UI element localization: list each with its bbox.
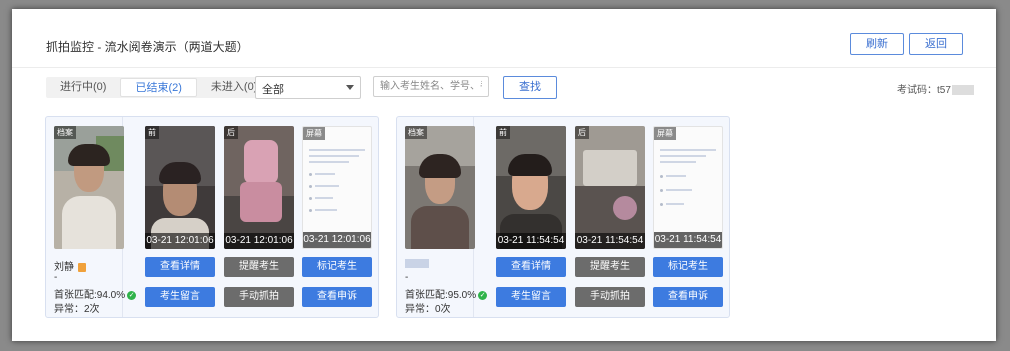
student-message-button[interactable]: 考生留言 — [145, 287, 215, 307]
front-photo[interactable]: 前 03-21 11:54:54 — [496, 126, 566, 249]
edit-icon[interactable] — [78, 262, 86, 272]
photo-time: 03-21 12:01:06 — [224, 233, 294, 249]
photo-time: 03-21 11:54:54 — [654, 232, 722, 248]
view-appeal-button[interactable]: 查看申诉 — [653, 287, 723, 307]
check-icon: ✓ — [127, 290, 137, 300]
back-photo[interactable]: 后 03-21 12:01:06 — [224, 126, 294, 249]
student-id: - — [54, 272, 58, 283]
photo-tag-screen: 屏幕 — [654, 127, 676, 140]
exam-code-label: 考试码：t57 — [897, 85, 951, 96]
student-name-row: 刘静 — [54, 258, 86, 273]
search-button[interactable]: 查找 — [503, 76, 557, 99]
student-name-row — [405, 258, 429, 269]
remind-student-button[interactable]: 提醒考生 — [575, 257, 645, 277]
front-photo[interactable]: 前 03-21 12:01:06 — [145, 126, 215, 249]
profile-tag: 档案 — [54, 126, 76, 139]
mark-student-button[interactable]: 标记考生 — [653, 257, 723, 277]
manual-capture-button[interactable]: 手动抓拍 — [224, 287, 294, 307]
view-details-button[interactable]: 查看详情 — [145, 257, 215, 277]
app-window: 抓拍监控 - 流水阅卷演示（两道大题） 刷新 返回 进行中(0) 已结束(2) … — [12, 9, 996, 341]
chevron-down-icon — [346, 85, 354, 90]
match-rate-row: 首张匹配:94.0% ✓ — [54, 286, 137, 301]
photo-tag-back: 后 — [224, 126, 238, 139]
back-button[interactable]: 返回 — [909, 33, 963, 55]
view-details-button[interactable]: 查看详情 — [496, 257, 566, 277]
screen-photo[interactable]: 屏幕 03-21 11:54:54 — [653, 126, 723, 249]
screen-photo[interactable]: 屏幕 03-21 12:01:06 — [302, 126, 372, 249]
student-name — [405, 258, 429, 268]
student-id: - — [405, 272, 409, 283]
mark-student-button[interactable]: 标记考生 — [302, 257, 372, 277]
photo-time: 03-21 12:01:06 — [303, 232, 371, 248]
manual-capture-button[interactable]: 手动抓拍 — [575, 287, 645, 307]
remind-student-button[interactable]: 提醒考生 — [224, 257, 294, 277]
student-profile: 档案 - 首张匹配:95.0% ✓ 异常：0次 — [397, 117, 488, 317]
exam-code: 考试码：t57 — [897, 81, 974, 96]
tab-in-progress[interactable]: 进行中(0) — [46, 77, 120, 98]
photo-time: 03-21 11:54:54 — [575, 233, 645, 249]
student-profile: 档案 刘静 - 首张匹配:94.0% ✓ 异常：2次 — [46, 117, 137, 317]
photo-tag-front: 前 — [145, 126, 159, 139]
refresh-button[interactable]: 刷新 — [850, 33, 904, 55]
redacted-code — [951, 85, 974, 96]
back-photo[interactable]: 后 03-21 11:54:54 — [575, 126, 645, 249]
photo-tag-front: 前 — [496, 126, 510, 139]
check-icon: ✓ — [478, 290, 488, 300]
profile-photo[interactable]: 档案 — [54, 126, 124, 249]
page-header: 抓拍监控 - 流水阅卷演示（两道大题） 刷新 返回 — [12, 9, 996, 68]
profile-tag: 档案 — [405, 126, 427, 139]
tab-finished[interactable]: 已结束(2) — [120, 78, 197, 97]
profile-photo[interactable]: 档案 — [405, 126, 475, 249]
photo-time: 03-21 12:01:06 — [145, 233, 215, 249]
student-message-button[interactable]: 考生留言 — [496, 287, 566, 307]
status-tabs: 进行中(0) 已结束(2) 未进入(0) — [46, 77, 272, 98]
view-appeal-button[interactable]: 查看申诉 — [302, 287, 372, 307]
photo-time: 03-21 11:54:54 — [496, 233, 566, 249]
student-card: 档案 刘静 - 首张匹配:94.0% ✓ 异常：2次 前 03-21 12:01:… — [45, 116, 379, 318]
student-card: 档案 - 首张匹配:95.0% ✓ 异常：0次 前 03-21 11:54:54 … — [396, 116, 730, 318]
photo-tag-screen: 屏幕 — [303, 127, 325, 140]
page-title: 抓拍监控 - 流水阅卷演示（两道大题） — [46, 40, 249, 54]
match-rate-row: 首张匹配:95.0% ✓ — [405, 286, 488, 301]
photo-tag-back: 后 — [575, 126, 589, 139]
status-select-value: 全部 — [262, 84, 284, 96]
status-select[interactable]: 全部 — [255, 76, 361, 99]
abnormal-count: 异常：2次 — [54, 304, 100, 315]
abnormal-count: 异常：0次 — [405, 304, 451, 315]
search-input[interactable] — [373, 76, 489, 97]
